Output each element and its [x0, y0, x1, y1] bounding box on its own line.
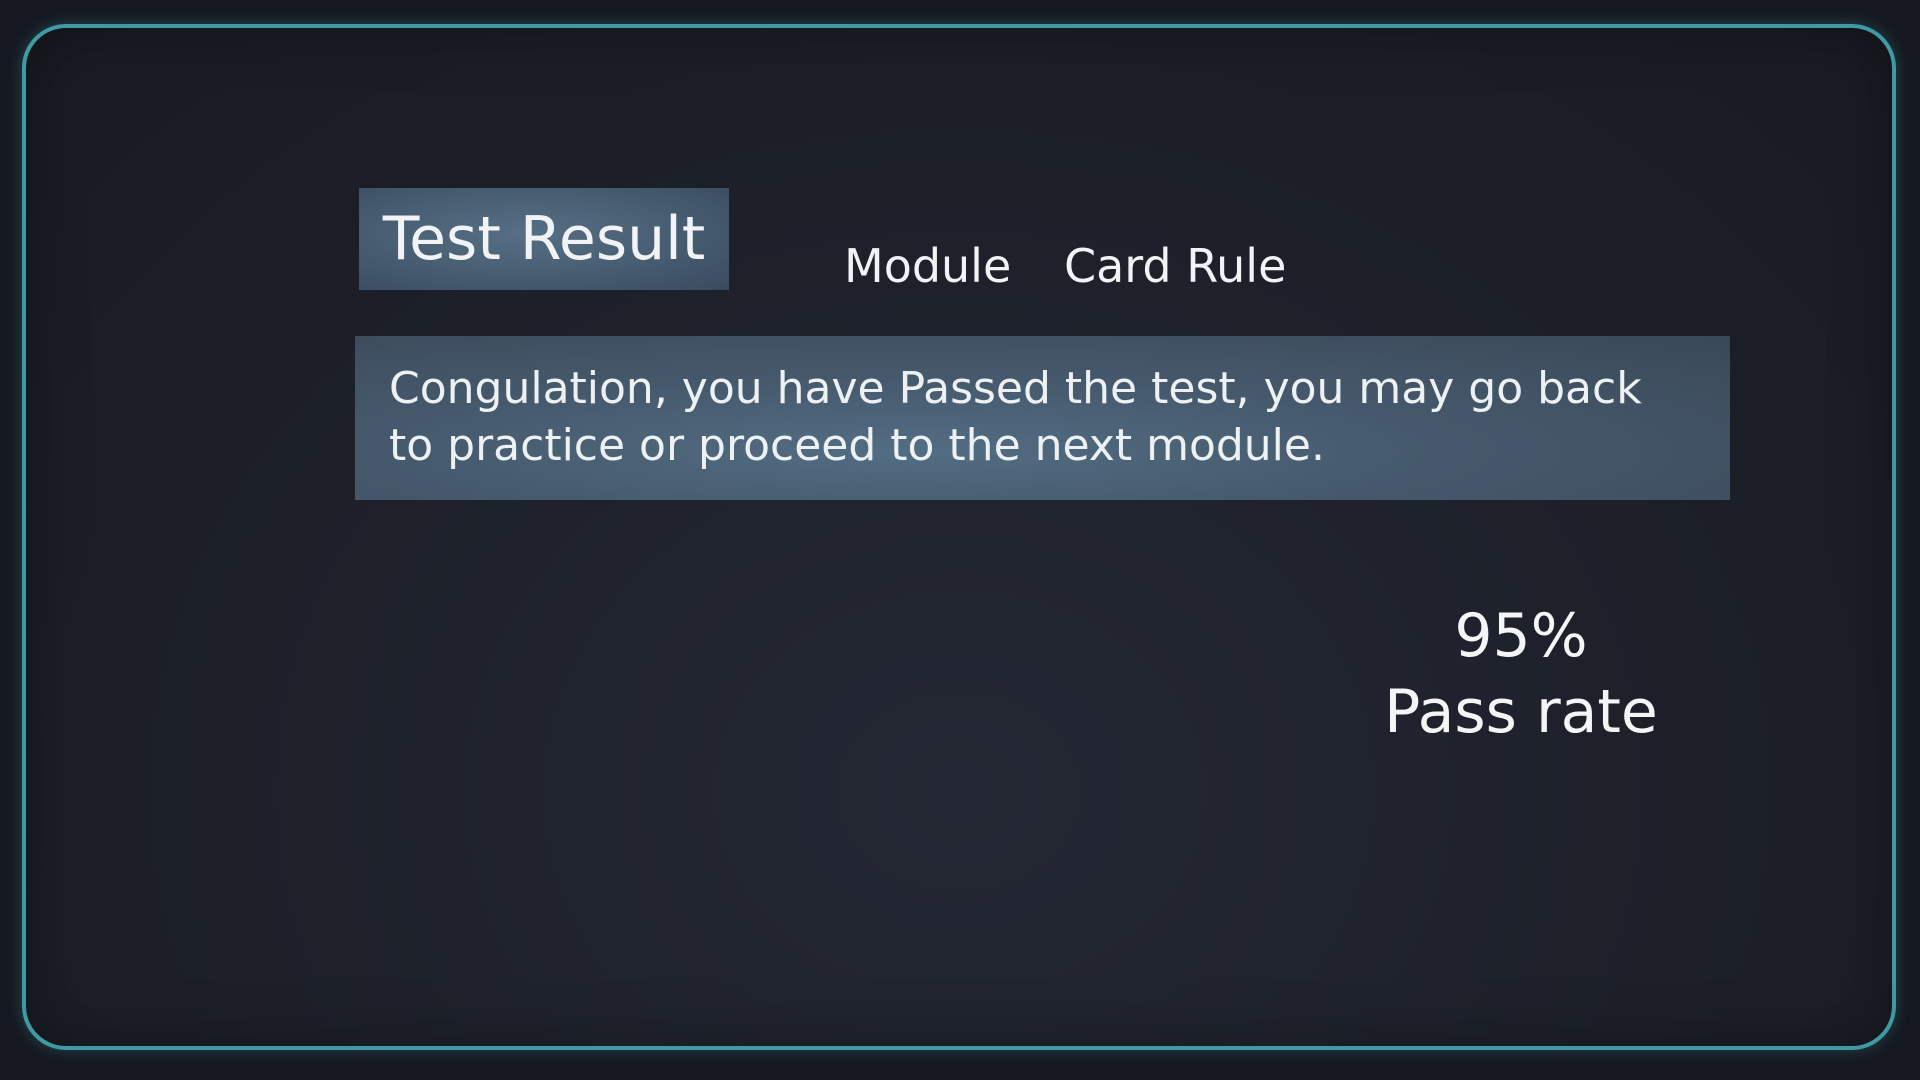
tab-module-label: Module	[844, 239, 1012, 293]
tab-module[interactable]: Module	[844, 236, 1011, 296]
result-message-panel: Congulation, you have Passed the test, y…	[355, 336, 1730, 500]
pass-rate-value: 95%	[1454, 601, 1588, 671]
pass-rate-stat: 95% Pass rate	[1356, 598, 1686, 750]
tab-test-result-label: Test Result	[382, 204, 706, 274]
result-window-frame: Test Result Module Card Rule Congulation…	[22, 24, 1896, 1050]
tab-card-rule[interactable]: Card Rule	[1064, 236, 1286, 296]
tab-test-result[interactable]: Test Result	[359, 188, 729, 290]
pass-rate-label: Pass rate	[1384, 677, 1658, 747]
tab-card-rule-label: Card Rule	[1064, 239, 1287, 293]
result-message-text: Congulation, you have Passed the test, y…	[389, 363, 1642, 471]
